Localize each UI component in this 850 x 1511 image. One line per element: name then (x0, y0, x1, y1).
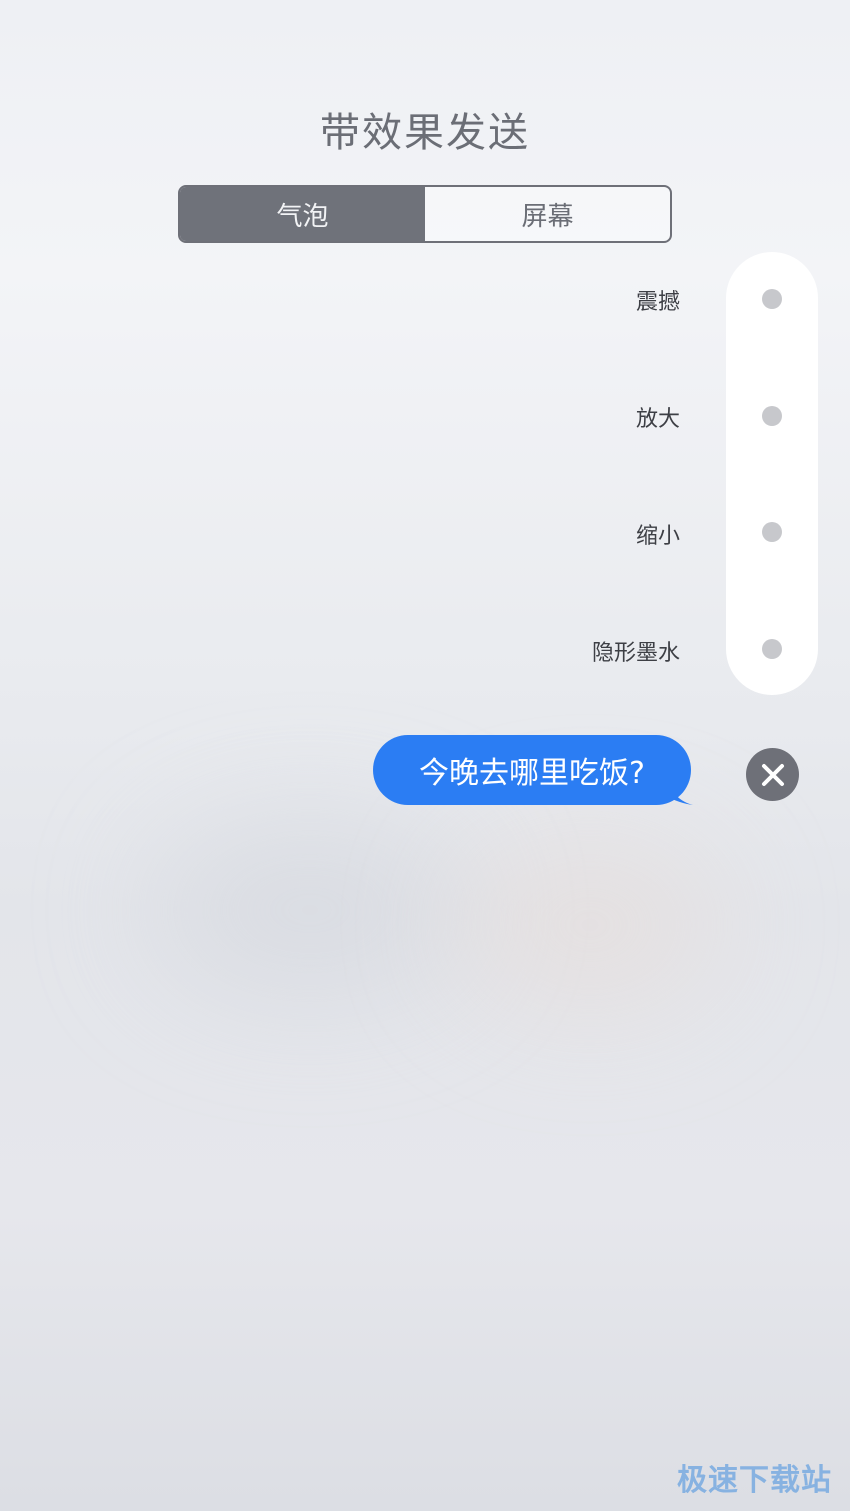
effect-label-gentle[interactable]: 缩小 (636, 518, 680, 550)
effect-selector-track (726, 252, 818, 695)
tab-screen[interactable]: 屏幕 (425, 187, 670, 241)
effect-label-slam[interactable]: 震撼 (636, 284, 680, 316)
effect-type-segmented-control: 气泡 屏幕 (178, 185, 672, 243)
tab-bubble[interactable]: 气泡 (180, 187, 425, 241)
effect-label-invisible-ink[interactable]: 隐形墨水 (592, 635, 680, 667)
page-title: 带效果发送 (320, 110, 530, 156)
watermark: 极速下载站 (677, 1463, 832, 1498)
message-text: 今晚去哪里吃饭? (373, 735, 691, 805)
close-button[interactable] (746, 748, 799, 801)
background-blur (460, 840, 720, 1010)
close-icon (761, 763, 784, 786)
effect-radio-invisible-ink[interactable] (762, 639, 782, 659)
effect-label-loud[interactable]: 放大 (636, 401, 680, 433)
effect-radio-slam[interactable] (762, 289, 782, 309)
background-blur (150, 820, 470, 1000)
message-bubble: 今晚去哪里吃饭? (373, 735, 703, 807)
effect-radio-loud[interactable] (762, 406, 782, 426)
effect-radio-gentle[interactable] (762, 522, 782, 542)
